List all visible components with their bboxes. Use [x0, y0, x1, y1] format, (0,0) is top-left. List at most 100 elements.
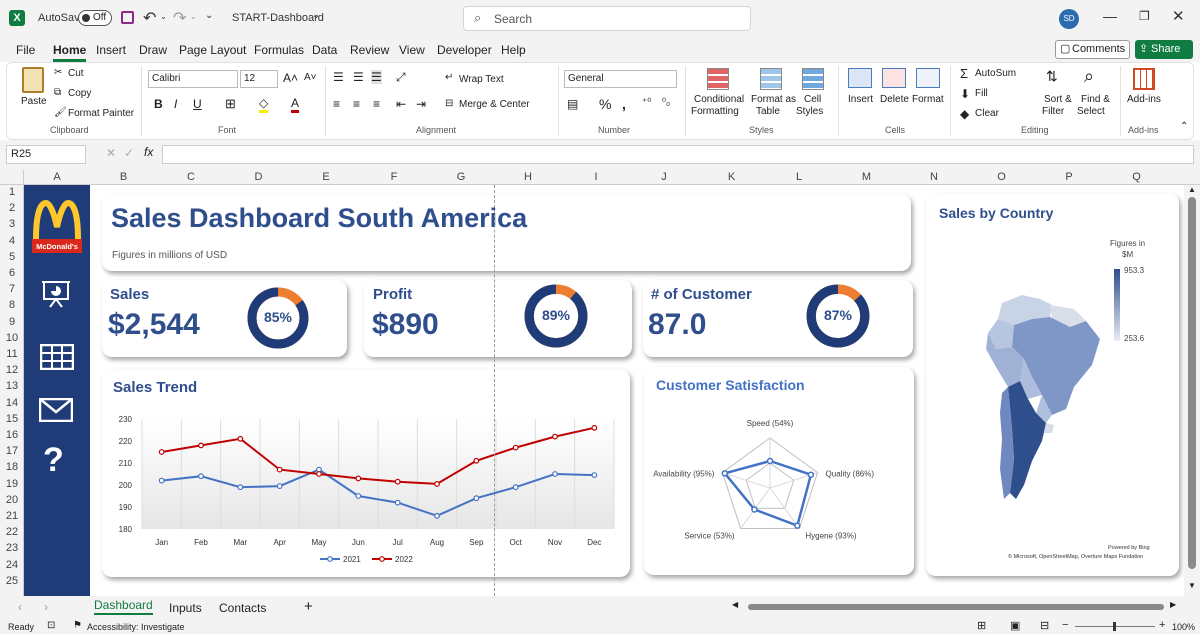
tab-contacts[interactable]: Contacts: [219, 601, 266, 615]
scroll-up-icon[interactable]: ▲: [1188, 185, 1196, 194]
autosum-button[interactable]: AutoSum: [975, 68, 1016, 79]
wrap-text-button[interactable]: Wrap Text: [459, 74, 504, 85]
column-header[interactable]: E: [292, 170, 360, 185]
menu-page-layout[interactable]: Page Layout: [179, 43, 246, 57]
row-header[interactable]: 1: [0, 186, 24, 202]
borders-icon[interactable]: ⊞: [225, 96, 236, 112]
underline-icon[interactable]: U: [193, 97, 202, 111]
clear-button[interactable]: Clear: [975, 108, 999, 119]
enter-formula-icon[interactable]: ✓: [124, 146, 134, 160]
column-header[interactable]: B: [90, 170, 157, 185]
cell-styles-icon[interactable]: [802, 68, 824, 90]
accessibility-status[interactable]: Accessibility: Investigate: [87, 622, 185, 632]
column-header[interactable]: M: [833, 170, 900, 185]
normal-view-icon[interactable]: ⊞: [977, 619, 986, 632]
align-right-icon[interactable]: ≡: [373, 97, 380, 111]
format-as-table-button[interactable]: Format as: [751, 94, 796, 105]
add-ins-icon[interactable]: [1133, 68, 1155, 90]
align-center-icon[interactable]: ≡: [353, 97, 360, 111]
scroll-right-icon[interactable]: ▶: [1170, 600, 1176, 609]
format-painter-icon[interactable]: 🖌: [54, 107, 67, 118]
cut-icon[interactable]: ✂: [54, 67, 62, 78]
column-header[interactable]: I: [562, 170, 630, 185]
merge-center-icon[interactable]: ⊟: [445, 98, 453, 109]
increase-indent-icon[interactable]: ⇥: [416, 97, 426, 111]
accounting-format-icon[interactable]: ▤: [567, 97, 578, 111]
insert-cells-icon[interactable]: [848, 68, 872, 88]
prev-sheet-icon[interactable]: ‹: [18, 600, 22, 614]
column-header[interactable]: F: [360, 170, 428, 185]
row-header[interactable]: 5: [0, 251, 24, 267]
format-as-table-icon[interactable]: [760, 68, 782, 90]
sort-filter-button[interactable]: Sort &: [1044, 94, 1072, 105]
wrap-text-icon[interactable]: ↵: [445, 72, 453, 83]
select-all-corner[interactable]: [0, 170, 24, 185]
decrease-indent-icon[interactable]: ⇤: [396, 97, 406, 111]
row-header[interactable]: 22: [0, 526, 24, 542]
format-painter-button[interactable]: Format Painter: [68, 108, 134, 119]
row-header[interactable]: 18: [0, 461, 24, 477]
mail-icon[interactable]: [39, 398, 73, 422]
page-layout-view-icon[interactable]: ▣: [1010, 619, 1020, 632]
row-header[interactable]: 19: [0, 478, 24, 494]
menu-help[interactable]: Help: [501, 43, 526, 57]
find-select-button[interactable]: Find &: [1081, 94, 1110, 105]
scroll-left-icon[interactable]: ◀: [732, 600, 738, 609]
row-header[interactable]: 9: [0, 316, 24, 332]
increase-decimal-icon[interactable]: ⁺⁰: [642, 97, 651, 108]
add-ins-button[interactable]: Add-ins: [1127, 94, 1161, 105]
column-header[interactable]: O: [968, 170, 1035, 185]
italic-icon[interactable]: I: [174, 97, 177, 111]
undo-icon[interactable]: ↶: [143, 8, 156, 28]
vertical-scroll-thumb[interactable]: [1188, 197, 1196, 569]
row-header[interactable]: 4: [0, 235, 24, 251]
share-button[interactable]: ⇪ Share: [1135, 40, 1193, 59]
name-box[interactable]: R25: [6, 145, 86, 164]
fill-color-icon[interactable]: ◇: [259, 96, 269, 113]
column-header[interactable]: H: [494, 170, 562, 185]
row-header[interactable]: 2: [0, 202, 24, 218]
autosum-icon[interactable]: Σ: [960, 66, 968, 81]
copy-icon[interactable]: ⧉: [54, 87, 61, 98]
align-bottom-icon[interactable]: ☰: [371, 70, 382, 84]
fill-icon[interactable]: ⬇: [960, 87, 970, 101]
restore-icon[interactable]: ❐: [1139, 9, 1150, 23]
find-select-icon[interactable]: ⌕: [1084, 66, 1094, 87]
menu-view[interactable]: View: [399, 43, 425, 57]
row-header[interactable]: 10: [0, 332, 24, 348]
cancel-formula-icon[interactable]: ✕: [106, 146, 116, 160]
menu-developer[interactable]: Developer: [437, 43, 492, 57]
title-dropdown-icon[interactable]: ⌄: [312, 10, 320, 21]
menu-data[interactable]: Data: [312, 43, 337, 57]
column-header[interactable]: P: [1035, 170, 1103, 185]
row-header[interactable]: 21: [0, 510, 24, 526]
zoom-in-icon[interactable]: +: [1159, 619, 1165, 631]
horizontal-scrollbar[interactable]: ◀ ▶: [720, 600, 1182, 614]
menu-draw[interactable]: Draw: [139, 43, 167, 57]
column-header[interactable]: N: [900, 170, 968, 185]
undo-dropdown-icon[interactable]: ⌄: [160, 12, 167, 21]
font-color-icon[interactable]: A: [291, 96, 300, 113]
row-header[interactable]: 11: [0, 348, 24, 364]
merge-center-button[interactable]: Merge & Center: [459, 99, 530, 110]
row-header[interactable]: 3: [0, 218, 24, 234]
delete-cells-button[interactable]: Delete: [880, 94, 909, 105]
insert-function-button[interactable]: fx: [144, 145, 153, 159]
minimize-icon[interactable]: —: [1103, 8, 1117, 24]
collapse-ribbon-icon[interactable]: ⌃: [1180, 121, 1188, 132]
font-size-select[interactable]: 12: [240, 70, 278, 88]
column-header[interactable]: C: [157, 170, 225, 185]
save-icon[interactable]: [121, 11, 134, 24]
column-header[interactable]: D: [225, 170, 292, 185]
column-header[interactable]: K: [698, 170, 765, 185]
row-header[interactable]: 12: [0, 364, 24, 380]
number-format-select[interactable]: General: [564, 70, 677, 88]
orientation-icon[interactable]: ⤢: [396, 70, 406, 85]
scroll-down-icon[interactable]: ▼: [1188, 581, 1196, 590]
next-sheet-icon[interactable]: ›: [44, 600, 48, 614]
search-box[interactable]: ⌕ Search: [463, 6, 751, 31]
row-header[interactable]: 23: [0, 542, 24, 558]
column-header[interactable]: J: [630, 170, 698, 185]
row-header[interactable]: 25: [0, 575, 24, 591]
format-cells-icon[interactable]: [916, 68, 940, 88]
